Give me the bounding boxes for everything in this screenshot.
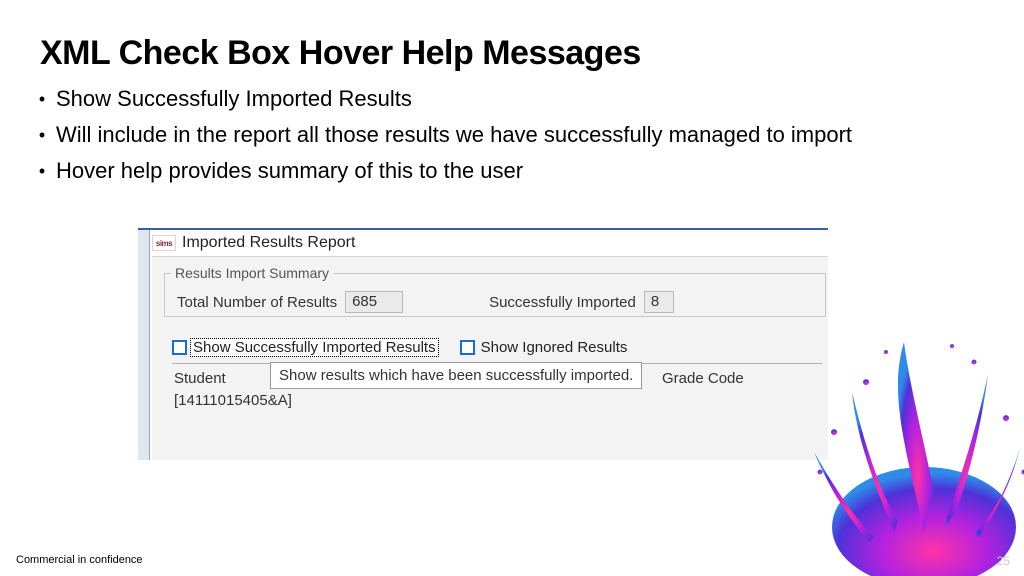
footer-confidentiality: Commercial in confidence	[16, 554, 143, 566]
embedded-screenshot: sims Imported Results Report Results Imp…	[138, 228, 828, 460]
bullet-text: Will include in the report all those res…	[56, 120, 984, 150]
bullet-list: • Show Successfully Imported Results • W…	[28, 84, 984, 192]
list-item: • Show Successfully Imported Results	[28, 84, 984, 114]
column-header-grade: Grade Code	[662, 370, 744, 387]
bullet-dot-icon: •	[28, 84, 56, 114]
panel-body: Results Import Summary Total Number of R…	[152, 256, 828, 460]
slide-title: XML Check Box Hover Help Messages	[40, 34, 641, 73]
page-number: 25	[997, 554, 1010, 568]
show-successfully-imported-checkbox[interactable]: Show Successfully Imported Results	[172, 339, 438, 356]
bullet-text: Show Successfully Imported Results	[56, 84, 984, 114]
window-sidebar-strip	[138, 230, 150, 460]
checkbox-icon	[460, 340, 475, 355]
column-header-student: Student	[174, 370, 226, 387]
total-results-label: Total Number of Results	[177, 294, 337, 311]
bullet-text: Hover help provides summary of this to t…	[56, 156, 984, 186]
successfully-imported-value: 8	[644, 291, 674, 313]
checkbox-label: Show Successfully Imported Results	[191, 339, 438, 356]
total-results-value: 685	[345, 291, 403, 313]
table-row-student: [14111015405&A]	[174, 392, 292, 409]
list-item: • Hover help provides summary of this to…	[28, 156, 984, 186]
checkbox-label: Show Ignored Results	[479, 339, 630, 356]
show-ignored-results-checkbox[interactable]: Show Ignored Results	[460, 339, 630, 356]
window-title-text: Imported Results Report	[182, 234, 355, 252]
results-import-summary-group: Results Import Summary Total Number of R…	[164, 265, 826, 317]
list-item: • Will include in the report all those r…	[28, 120, 984, 150]
window-titlebar: sims Imported Results Report	[152, 234, 355, 252]
app-logo-icon: sims	[152, 235, 176, 251]
successfully-imported-label: Successfully Imported	[489, 294, 636, 311]
hover-tooltip: Show results which have been successfull…	[270, 362, 642, 389]
checkbox-icon	[172, 340, 187, 355]
bullet-dot-icon: •	[28, 120, 56, 150]
bullet-dot-icon: •	[28, 156, 56, 186]
group-legend: Results Import Summary	[171, 265, 333, 281]
